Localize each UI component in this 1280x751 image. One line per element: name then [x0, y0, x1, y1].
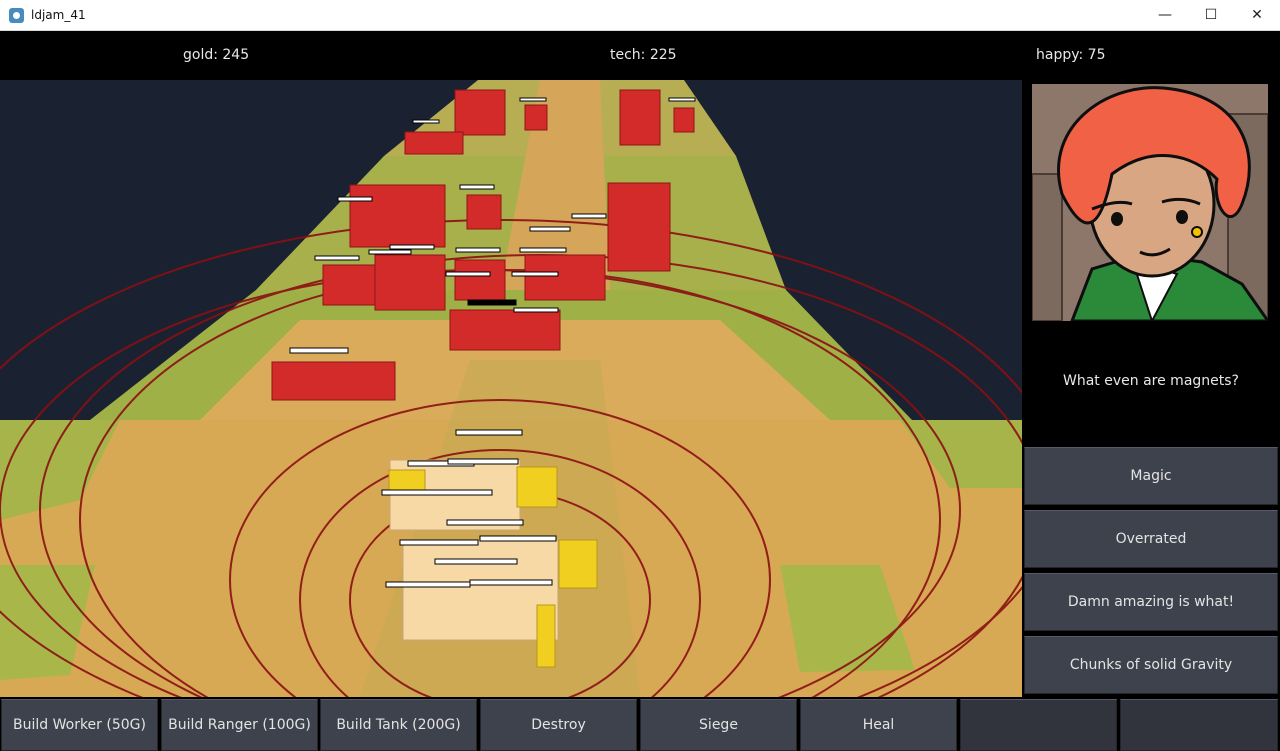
empty-action-slot[interactable]	[960, 699, 1117, 751]
happy-counter: happy: 75	[1036, 47, 1106, 63]
empty-action-slot[interactable]	[1120, 699, 1278, 751]
window-titlebar: ldjam_41 — ☐ ✕	[0, 0, 1280, 31]
dialogue-choice-magic[interactable]: Magic	[1024, 447, 1278, 505]
godot-app-icon	[9, 8, 24, 23]
dialogue-choice-damn-amazing[interactable]: Damn amazing is what!	[1024, 573, 1278, 631]
dialogue-question: What even are magnets?	[1063, 373, 1239, 389]
dialogue-panel: What even are magnets? Magic Overrated D…	[1022, 80, 1280, 697]
battlefield-scene	[0, 80, 1022, 697]
close-button[interactable]: ✕	[1234, 0, 1280, 31]
gold-counter: gold: 245	[183, 47, 250, 63]
character-portrait	[1032, 84, 1268, 321]
dialogue-choice-solid-gravity[interactable]: Chunks of solid Gravity	[1024, 636, 1278, 694]
tech-counter: tech: 225	[610, 47, 677, 63]
heal-button[interactable]: Heal	[800, 699, 957, 751]
game-viewport[interactable]	[0, 80, 1022, 697]
resource-bar: gold: 245 tech: 225 happy: 75	[0, 31, 1280, 80]
build-worker-button[interactable]: Build Worker (50G)	[1, 699, 158, 751]
build-ranger-button[interactable]: Build Ranger (100G)	[161, 699, 318, 751]
build-tank-button[interactable]: Build Tank (200G)	[320, 699, 477, 751]
character-portrait-art	[1032, 84, 1268, 321]
window-title: ldjam_41	[31, 8, 86, 22]
maximize-button[interactable]: ☐	[1188, 0, 1234, 31]
minimize-button[interactable]: —	[1142, 0, 1188, 31]
destroy-button[interactable]: Destroy	[480, 699, 637, 751]
dialogue-choice-overrated[interactable]: Overrated	[1024, 510, 1278, 568]
siege-button[interactable]: Siege	[640, 699, 797, 751]
action-bar: Build Worker (50G) Build Ranger (100G) B…	[0, 697, 1280, 751]
